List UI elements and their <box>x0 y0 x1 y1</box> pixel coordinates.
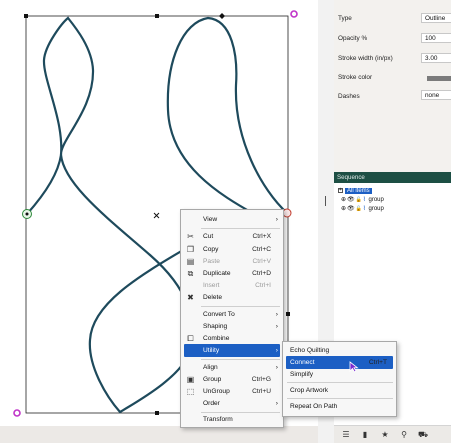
cut-icon: ✂ <box>187 232 194 241</box>
delete-icon: ✖ <box>187 293 194 302</box>
context-menu: View › ✂ Cut Ctrl+X ❐ Copy Ctrl+C ▤ Paste Ctrl+… <box>180 209 284 428</box>
menu-separator <box>287 398 393 399</box>
handle-top-left[interactable] <box>24 14 28 18</box>
ungroup-icon: ⬚ <box>186 387 195 396</box>
cart-icon[interactable]: ⛟ <box>418 430 428 440</box>
canvas-status-bar <box>0 426 318 443</box>
menu-separator <box>201 306 280 307</box>
splitter-grip[interactable] <box>325 196 326 206</box>
menu-item-repeat-on-path[interactable]: Repeat On Path <box>283 400 396 413</box>
stroke-width-input[interactable]: 3.00 <box>421 53 451 63</box>
opacity-input[interactable]: 100 <box>421 33 451 43</box>
type-label: Type <box>338 15 352 22</box>
duplicate-icon: ⧉ <box>187 269 194 278</box>
eye-icon[interactable]: 👁 <box>347 196 355 205</box>
expand-toggle-icon[interactable]: + <box>338 187 343 193</box>
expand-plus-icon[interactable]: ⊕ <box>341 196 346 205</box>
right-strand-path[interactable] <box>166 16 289 217</box>
menu-item-utility[interactable]: Utility › <box>184 344 280 357</box>
copy-icon: ❐ <box>186 245 195 254</box>
properties-panel <box>334 0 451 172</box>
handle-right-middle[interactable] <box>286 312 290 316</box>
needle-icon: ⌇ <box>362 206 366 212</box>
menu-item-cut[interactable]: ✂ Cut Ctrl+X <box>181 230 283 243</box>
mouse-pointer-icon <box>349 361 359 373</box>
menu-item-order[interactable]: Order › <box>181 397 283 410</box>
group-icon: ▣ <box>186 375 195 384</box>
start-node-dot <box>25 212 29 216</box>
submenu-arrow-icon: › <box>275 347 278 354</box>
opacity-label: Opacity % <box>338 35 368 42</box>
lock-icon[interactable]: 🔓 <box>356 205 362 214</box>
utility-submenu: Echo Quilting Connect Ctrl+T Simplify Cro… <box>282 341 397 417</box>
menu-separator <box>201 359 280 360</box>
lock-icon[interactable]: 🔓 <box>356 196 362 205</box>
bottom-toolbar: ☰ ▮ ★ ⚲ ⛟ <box>334 425 451 443</box>
paste-icon: ▤ <box>186 257 195 266</box>
menu-item-transform[interactable]: Transform <box>181 413 283 426</box>
needle-icon: ⌇ <box>362 197 366 203</box>
sequence-panel-header: Sequence <box>334 172 451 183</box>
handle-bottom-center[interactable] <box>155 411 159 415</box>
rotation-handle-top[interactable] <box>219 13 225 19</box>
tree-row-all-items[interactable]: + All items <box>338 187 372 196</box>
list-icon[interactable]: ☰ <box>341 430 351 440</box>
menu-item-crop-artwork[interactable]: Crop Artwork <box>283 384 396 397</box>
tree-item-group-label[interactable]: group <box>369 197 384 203</box>
menu-item-simplify[interactable]: Simplify <box>283 368 396 381</box>
star-icon[interactable]: ★ <box>380 430 390 440</box>
center-cross-icon[interactable] <box>153 212 160 219</box>
book-icon[interactable]: ▮ <box>360 430 370 440</box>
menu-item-delete[interactable]: ✖ Delete <box>181 291 283 304</box>
tree-row-group-2[interactable]: ⊕👁🔓⌇ group <box>341 205 384 214</box>
left-strand-path[interactable] <box>25 16 95 216</box>
handle-top-center[interactable] <box>155 14 159 18</box>
combine-icon: ⧠ <box>187 334 194 343</box>
menu-separator <box>201 228 280 229</box>
menu-item-view[interactable]: View › <box>181 213 283 226</box>
dashes-dropdown[interactable]: none <box>421 90 451 100</box>
end-node-marker[interactable] <box>282 208 292 218</box>
dashes-label: Dashes <box>338 93 360 100</box>
submenu-arrow-icon: › <box>275 216 278 223</box>
tree-item-all-items[interactable]: All items <box>345 188 372 194</box>
expand-plus-icon[interactable]: ⊕ <box>341 205 346 214</box>
handle-bottom-left-magenta[interactable] <box>13 409 21 417</box>
handle-top-right-magenta[interactable] <box>290 10 298 18</box>
stroke-color-swatch[interactable] <box>427 76 451 81</box>
type-dropdown[interactable]: Outline <box>421 13 451 23</box>
stroke-width-label: Stroke width (in/px) <box>338 55 393 62</box>
eye-icon[interactable]: 👁 <box>347 205 355 214</box>
location-pin-icon[interactable]: ⚲ <box>399 430 409 440</box>
menu-separator <box>287 382 393 383</box>
submenu-arrow-icon: › <box>275 400 278 407</box>
tree-row-group-1[interactable]: ⊕👁🔓⌇ group <box>341 196 384 205</box>
stroke-color-label: Stroke color <box>338 74 373 81</box>
tree-item-group-label[interactable]: group <box>369 206 384 212</box>
